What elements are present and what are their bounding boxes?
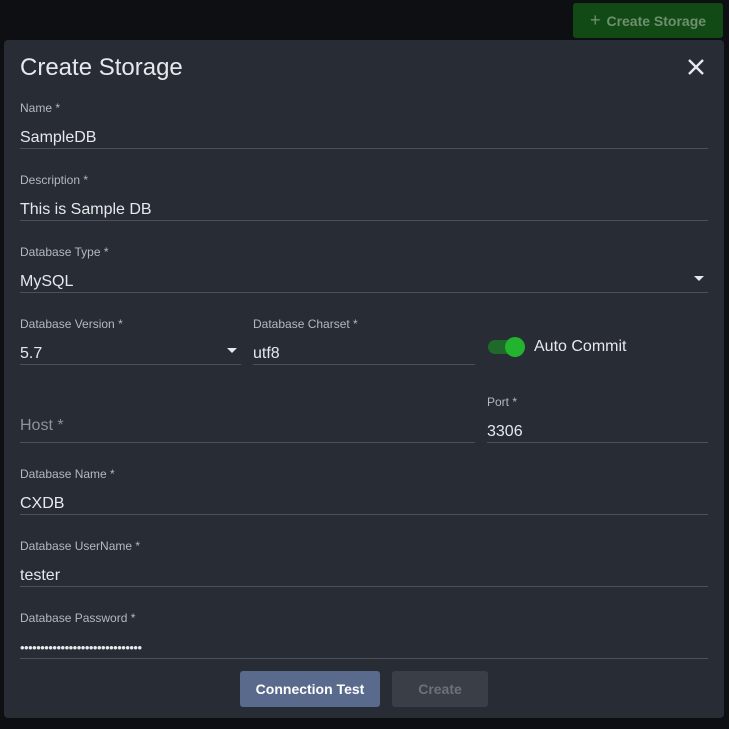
database-name-value: CXDB bbox=[20, 495, 65, 512]
database-username-label: Database UserName * bbox=[20, 539, 141, 553]
create-storage-button[interactable]: + Create Storage bbox=[573, 3, 723, 38]
database-username-value: tester bbox=[20, 567, 61, 584]
close-icon[interactable] bbox=[685, 56, 707, 78]
chevron-down-icon bbox=[694, 276, 704, 281]
auto-commit-toggle[interactable]: Auto Commit bbox=[488, 337, 627, 357]
connection-test-button[interactable]: Connection Test bbox=[240, 671, 380, 707]
database-charset-field[interactable]: Database Charset * utf8 bbox=[253, 317, 475, 365]
create-storage-dialog: Create Storage Name * SampleDB Descripti… bbox=[4, 40, 724, 718]
auto-commit-label: Auto Commit bbox=[534, 338, 627, 355]
host-field[interactable]: Host * bbox=[20, 395, 475, 443]
database-version-select[interactable]: Database Version * 5.7 bbox=[20, 317, 241, 365]
database-username-field[interactable]: Database UserName * tester bbox=[20, 539, 708, 587]
create-button[interactable]: Create bbox=[392, 671, 488, 707]
database-type-label: Database Type * bbox=[20, 245, 109, 259]
database-password-value: •••••••••••••••••••••••••••••• bbox=[20, 640, 142, 655]
database-type-select[interactable]: Database Type * MySQL bbox=[20, 245, 708, 293]
database-name-underline bbox=[20, 514, 708, 515]
name-underline bbox=[20, 148, 708, 149]
port-label: Port * bbox=[487, 395, 518, 409]
database-username-underline bbox=[20, 586, 708, 587]
create-storage-label: Create Storage bbox=[606, 12, 707, 29]
name-value: SampleDB bbox=[20, 129, 97, 146]
database-version-label: Database Version * bbox=[20, 317, 123, 331]
host-underline bbox=[20, 442, 475, 443]
auto-commit-switch[interactable] bbox=[488, 337, 525, 357]
dialog-title: Create Storage bbox=[20, 54, 183, 81]
port-underline bbox=[487, 442, 708, 443]
database-type-value: MySQL bbox=[20, 273, 74, 290]
plus-icon: + bbox=[589, 10, 601, 30]
database-password-label: Database Password * bbox=[20, 611, 136, 625]
host-placeholder: Host * bbox=[20, 417, 64, 434]
database-charset-value: utf8 bbox=[253, 345, 280, 362]
port-field[interactable]: Port * 3306 bbox=[487, 395, 708, 443]
database-charset-underline bbox=[253, 364, 475, 365]
description-value: This is Sample DB bbox=[20, 201, 152, 218]
description-underline bbox=[20, 220, 708, 221]
chevron-down-icon bbox=[227, 348, 237, 353]
name-label: Name * bbox=[20, 101, 61, 115]
database-version-value: 5.7 bbox=[20, 345, 43, 362]
database-type-underline bbox=[20, 292, 708, 293]
description-label: Description * bbox=[20, 173, 89, 187]
auto-commit-thumb bbox=[505, 337, 525, 357]
database-name-field[interactable]: Database Name * CXDB bbox=[20, 467, 708, 515]
database-charset-label: Database Charset * bbox=[253, 317, 358, 331]
port-value: 3306 bbox=[487, 423, 523, 440]
database-version-underline bbox=[20, 364, 241, 365]
database-password-field[interactable]: Database Password * ••••••••••••••••••••… bbox=[20, 611, 708, 659]
database-password-underline bbox=[20, 658, 708, 659]
name-field[interactable]: Name * SampleDB bbox=[20, 101, 708, 149]
database-name-label: Database Name * bbox=[20, 467, 115, 481]
description-field[interactable]: Description * This is Sample DB bbox=[20, 173, 708, 221]
